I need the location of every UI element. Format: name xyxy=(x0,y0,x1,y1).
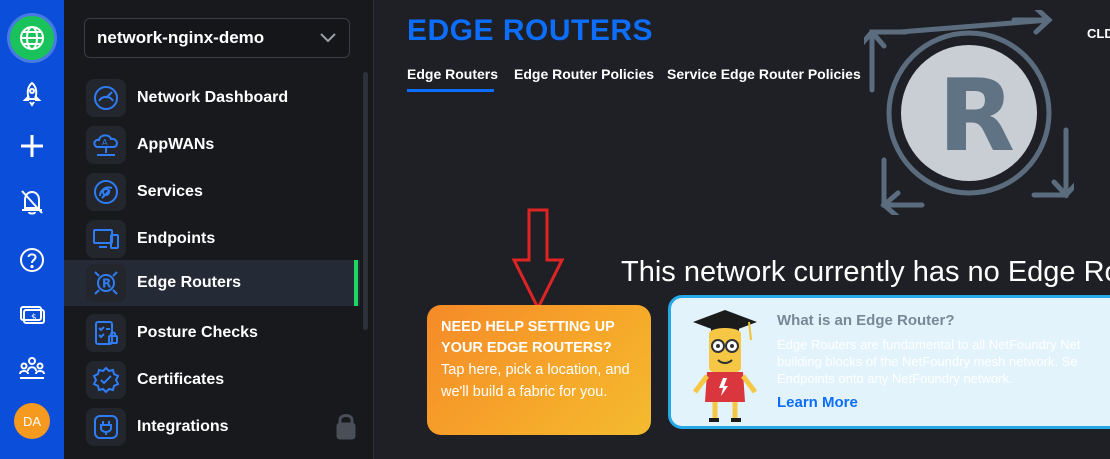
edge-router-logo-icon: R xyxy=(857,5,1081,220)
integrations-icon xyxy=(86,408,126,446)
page-title: EDGE ROUTERS xyxy=(407,14,654,47)
graduate-mascot-icon xyxy=(687,306,763,426)
sidebar-item-appwans[interactable]: A AppWANs xyxy=(64,122,360,168)
alarm-bell-icon[interactable] xyxy=(12,182,52,222)
user-code-label: CLD xyxy=(1087,26,1110,41)
help-card-heading: NEED HELP SETTING UP YOUR EDGE ROUTERS? xyxy=(441,319,615,356)
sidebar-item-network-dashboard[interactable]: Network Dashboard xyxy=(64,75,360,121)
svg-text:R: R xyxy=(938,57,1015,174)
network-name: network-nginx-demo xyxy=(97,28,265,47)
appwan-cloud-icon: A xyxy=(86,126,126,164)
info-card: What is an Edge Router? Edge Routers are… xyxy=(668,295,1110,429)
sidebar-item-label: Posture Checks xyxy=(137,324,258,341)
setup-help-card[interactable]: NEED HELP SETTING UP YOUR EDGE ROUTERS? … xyxy=(427,305,651,435)
certificates-icon xyxy=(86,361,126,399)
active-tab-underline xyxy=(407,89,494,92)
svg-text:$: $ xyxy=(31,313,37,323)
lock-icon[interactable] xyxy=(336,412,356,445)
sidebar-item-label: Edge Routers xyxy=(137,274,242,291)
sidebar-item-label: Integrations xyxy=(137,418,229,435)
chevron-down-icon xyxy=(320,33,336,43)
sidebar-item-services[interactable]: Services xyxy=(64,169,360,215)
arrow-down-icon xyxy=(511,208,565,317)
sidebar-item-edge-routers[interactable]: R Edge Routers xyxy=(64,260,360,306)
sidebar-item-label: AppWANs xyxy=(137,136,215,153)
sidebar-item-endpoints[interactable]: Endpoints xyxy=(64,216,360,262)
app-rail: $ DA xyxy=(0,0,64,459)
billing-icon[interactable]: $ xyxy=(12,294,52,334)
help-icon[interactable] xyxy=(12,240,52,280)
sidebar-item-label: Services xyxy=(137,183,203,200)
sidebar-item-label: Certificates xyxy=(137,371,225,388)
rocket-icon[interactable] xyxy=(12,74,52,114)
tab-service-edge-router-policies[interactable]: Service Edge Router Policies xyxy=(667,66,861,82)
tab-edge-routers[interactable]: Edge Routers xyxy=(407,66,498,82)
dashboard-gauge-icon xyxy=(86,79,126,117)
info-card-title: What is an Edge Router? xyxy=(777,312,955,329)
main-content: R EDGE ROUTERS CLD Edge Routers Edge Rou… xyxy=(375,0,1110,459)
endpoints-icon xyxy=(86,220,126,258)
sidebar-item-posture-checks[interactable]: Posture Checks xyxy=(64,310,360,356)
sidebar-scrollbar[interactable] xyxy=(363,72,368,330)
organization-icon[interactable] xyxy=(12,348,52,388)
svg-text:A: A xyxy=(102,138,108,147)
help-card-body: Tap here, pick a location, and we'll bui… xyxy=(441,362,630,400)
network-icon[interactable] xyxy=(10,16,54,60)
sidebar-item-integrations[interactable]: Integrations xyxy=(64,404,360,450)
tab-edge-router-policies[interactable]: Edge Router Policies xyxy=(514,66,654,82)
posture-checks-icon xyxy=(86,314,126,352)
sidebar-item-certificates[interactable]: Certificates xyxy=(64,357,360,403)
network-selector[interactable]: network-nginx-demo xyxy=(84,18,350,58)
plus-icon[interactable] xyxy=(12,126,52,166)
user-avatar[interactable]: DA xyxy=(14,403,50,439)
sidebar-item-label: Endpoints xyxy=(137,230,216,247)
sidebar: network-nginx-demo Network Dashboard A A… xyxy=(64,0,374,459)
active-indicator xyxy=(354,260,358,306)
services-icon xyxy=(86,173,126,211)
empty-state-message: This network currently has no Edge Ro xyxy=(621,256,1110,288)
info-card-body: Edge Routers are fundamental to all NetF… xyxy=(777,337,1081,386)
svg-text:R: R xyxy=(102,277,111,291)
edge-router-icon: R xyxy=(86,264,126,302)
sidebar-item-label: Network Dashboard xyxy=(137,89,289,106)
learn-more-link[interactable]: Learn More xyxy=(777,394,858,411)
